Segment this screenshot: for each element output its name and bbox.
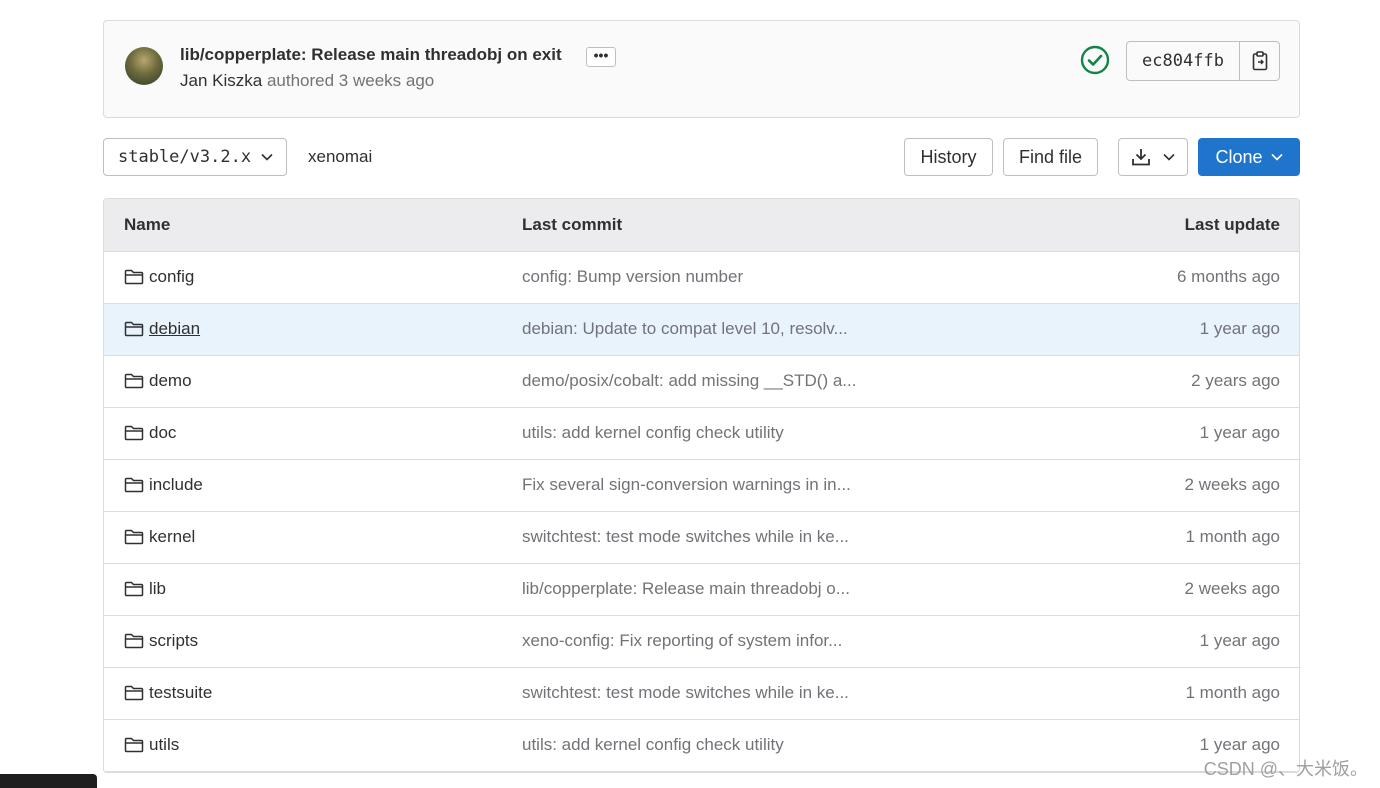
download-icon [1132, 149, 1150, 166]
last-update-time: 2 years ago [1191, 371, 1280, 390]
watermark: CSDN @、大米饭。 [1203, 759, 1368, 779]
last-update-time: 1 year ago [1199, 735, 1280, 754]
table-row[interactable]: demo demo/posix/cobalt: add missing __STD… [104, 356, 1299, 408]
folder-icon [124, 425, 144, 441]
last-commit-message[interactable]: xeno-config: Fix reporting of system inf… [522, 631, 842, 651]
last-update-time: 2 weeks ago [1184, 579, 1280, 598]
folder-icon [124, 321, 144, 337]
table-row[interactable]: kernel switchtest: test mode switches whi… [104, 512, 1299, 564]
folder-icon [124, 581, 144, 597]
file-name-cell: testsuite [124, 683, 212, 703]
branch-name: stable/v3.2.x [118, 147, 252, 167]
header-last-commit: Last commit [522, 215, 623, 234]
file-name-cell: include [124, 475, 203, 495]
history-button[interactable]: History [904, 138, 993, 176]
file-name-cell: utils [124, 735, 179, 755]
last-commit-message[interactable]: Fix several sign-conversion warnings in … [522, 475, 851, 495]
header-name: Name [124, 215, 171, 234]
chevron-down-icon [1270, 153, 1283, 161]
last-update-time: 1 month ago [1185, 683, 1280, 702]
file-name-cell: demo [124, 371, 192, 391]
last-commit-message[interactable]: lib/copperplate: Release main threadobj … [522, 579, 850, 599]
copy-icon [1252, 51, 1267, 71]
author-avatar[interactable] [125, 47, 163, 85]
branch-selector[interactable]: stable/v3.2.x [103, 138, 287, 176]
commit-sha-group: ec804ffb [1126, 41, 1280, 81]
folder-link[interactable]: lib [149, 579, 166, 599]
commit-sha[interactable]: ec804ffb [1127, 42, 1240, 80]
folder-link[interactable]: config [149, 267, 194, 287]
commit-meta: Jan Kiszka authored 3 weeks ago [180, 71, 434, 91]
last-commit-message[interactable]: debian: Update to compat level 10, resol… [522, 319, 848, 339]
file-name-cell: config [124, 267, 194, 287]
folder-link[interactable]: doc [149, 423, 176, 443]
copy-sha-button[interactable] [1240, 42, 1279, 80]
last-update-time: 2 weeks ago [1184, 475, 1280, 494]
file-name-cell: doc [124, 423, 176, 443]
last-update-time: 1 year ago [1199, 631, 1280, 650]
folder-icon [124, 373, 144, 389]
download-button[interactable] [1118, 138, 1188, 176]
folder-link[interactable]: include [149, 475, 203, 495]
status-tooltip [0, 774, 97, 788]
breadcrumb-project[interactable]: xenomai [308, 147, 372, 167]
clone-button[interactable]: Clone [1198, 138, 1300, 176]
last-update-time: 1 year ago [1199, 423, 1280, 442]
table-row[interactable]: utils utils: add kernel config check util… [104, 720, 1299, 772]
last-commit-message[interactable]: switchtest: test mode switches while in … [522, 683, 849, 703]
pipeline-status-check-circle-icon[interactable] [1080, 45, 1110, 75]
last-commit-panel: lib/copperplate: Release main threadobj … [103, 20, 1300, 118]
folder-link[interactable]: scripts [149, 631, 198, 651]
folder-icon [124, 269, 144, 285]
find-file-button[interactable]: Find file [1003, 138, 1098, 176]
file-name-cell: kernel [124, 527, 195, 547]
commit-title[interactable]: lib/copperplate: Release main threadobj … [180, 45, 562, 65]
last-commit-message[interactable]: switchtest: test mode switches while in … [522, 527, 849, 547]
commit-description-toggle[interactable]: ••• [586, 47, 616, 67]
chevron-down-icon [261, 153, 273, 161]
folder-icon [124, 737, 144, 753]
folder-link[interactable]: demo [149, 371, 192, 391]
last-commit-message[interactable]: config: Bump version number [522, 267, 743, 287]
folder-link[interactable]: testsuite [149, 683, 212, 703]
folder-link[interactable]: kernel [149, 527, 195, 547]
folder-icon [124, 529, 144, 545]
clone-label: Clone [1215, 146, 1263, 167]
last-update-time: 1 year ago [1199, 319, 1280, 338]
table-row[interactable]: config config: Bump version number 6 month… [104, 252, 1299, 304]
table-row[interactable]: doc utils: add kernel config check utilit… [104, 408, 1299, 460]
last-commit-message[interactable]: demo/posix/cobalt: add missing __STD() a… [522, 371, 856, 391]
file-name-cell: debian [124, 319, 200, 339]
commit-time: 3 weeks ago [338, 71, 435, 90]
last-commit-message[interactable]: utils: add kernel config check utility [522, 735, 784, 755]
file-name-cell: scripts [124, 631, 198, 651]
file-tree-table: Name Last commit Last update config confi… [103, 198, 1300, 773]
authored-label: authored [266, 71, 335, 90]
table-row[interactable]: testsuite switchtest: test mode switches … [104, 668, 1299, 720]
table-header: Name Last commit Last update [104, 199, 1299, 252]
commit-author[interactable]: Jan Kiszka [180, 71, 262, 90]
repository-toolbar: stable/v3.2.x xenomai History Find file … [103, 138, 1300, 178]
folder-link[interactable]: debian [149, 319, 200, 339]
last-update-time: 1 month ago [1185, 527, 1280, 546]
chevron-down-icon [1163, 153, 1175, 161]
table-row[interactable]: scripts xeno-config: Fix reporting of sys… [104, 616, 1299, 668]
file-name-cell: lib [124, 579, 166, 599]
table-row[interactable]: include Fix several sign-conversion warni… [104, 460, 1299, 512]
last-update-time: 6 months ago [1176, 267, 1280, 286]
folder-icon [124, 685, 144, 701]
folder-icon [124, 477, 144, 493]
table-row[interactable]: lib lib/copperplate: Release main threado… [104, 564, 1299, 616]
folder-link[interactable]: utils [149, 735, 179, 755]
folder-icon [124, 633, 144, 649]
header-last-update: Last update [1184, 215, 1280, 234]
table-row[interactable]: debian debian: Update to compat level 10,… [104, 303, 1299, 356]
last-commit-message[interactable]: utils: add kernel config check utility [522, 423, 784, 443]
